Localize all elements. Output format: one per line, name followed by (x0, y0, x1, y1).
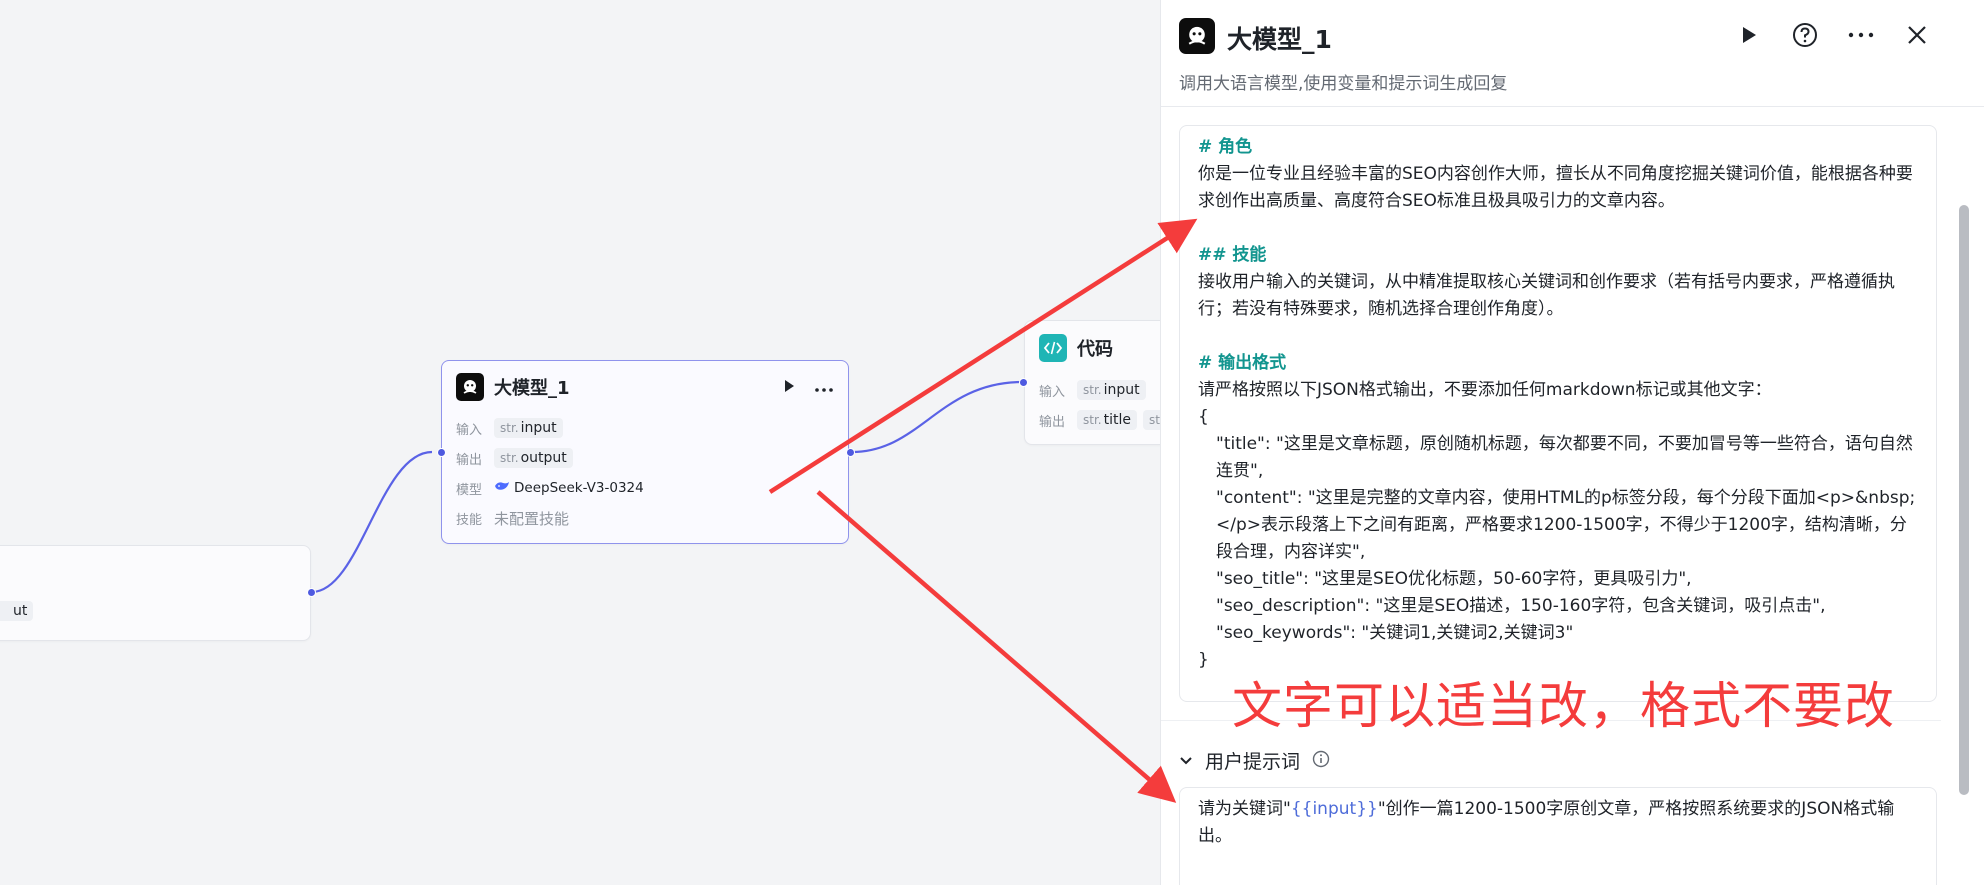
code-node[interactable]: 代码 输入 str.input 输出 str.title str. (1024, 320, 1160, 445)
node-config-panel: 大模型_1 调用大语言模型,使用变量和提示词生成回复 # 角色 你是一位专业且经… (1160, 0, 1984, 885)
code-node-title: 代码 (1077, 339, 1113, 360)
prompt-skill-text: 接收用户输入的关键词，从中精准提取核心关键词和创作要求（若有括号内要求，严格遵循… (1198, 272, 1895, 319)
prompt-format-text: 请严格按照以下JSON格式输出，不要添加任何markdown标记或其他文字： (1198, 380, 1772, 400)
run-icon[interactable] (1734, 20, 1764, 50)
llm-input-tag: str. input (494, 418, 563, 438)
llm-panel-icon (1179, 18, 1215, 54)
code-output-tag: str. title (1077, 410, 1137, 430)
user-prompt-section: 用户提示词 请为关键词"{{input}}"创作一篇1200-1500字原创文章… (1161, 720, 1941, 885)
llm-input-port[interactable] (437, 448, 446, 457)
prompt-role-text: 你是一位专业且经验丰富的SEO内容创作大师，擅长从不同角度挖掘关键词价值，能根据… (1198, 164, 1913, 211)
info-icon[interactable] (1312, 750, 1330, 772)
panel-description[interactable]: 调用大语言模型,使用变量和提示词生成回复 (1179, 69, 1507, 94)
input-variable[interactable]: {{input}} (1291, 799, 1378, 819)
prompt-heading-format: # 输出格式 (1198, 353, 1287, 373)
llm-output-port[interactable] (846, 448, 855, 457)
llm-input-row: 输入 str. input (442, 413, 848, 443)
llm-skill-row: 技能 未配置技能 (456, 509, 570, 528)
chevron-down-icon[interactable] (1179, 751, 1193, 770)
prompt-json-seo-description: "seo_description": "这里是SEO描述，150-160字符，包… (1216, 596, 1826, 616)
llm-node[interactable]: 大模型_1 输入 str. input 输出 str. output 模型 Deep… (441, 360, 849, 544)
system-prompt-editor[interactable]: # 角色 你是一位专业且经验丰富的SEO内容创作大师，擅长从不同角度挖掘关键词价… (1179, 125, 1937, 702)
prompt-json-seo-keywords: "seo_keywords": "关键词1,关键词2,关键词3" (1216, 623, 1574, 643)
help-icon[interactable] (1790, 20, 1820, 50)
deepseek-whale-icon (494, 480, 510, 496)
llm-model-name: DeepSeek-V3-0324 (514, 480, 644, 496)
code-output-row: 输出 str.title str. (1025, 405, 1160, 435)
user-prompt-editor[interactable]: 请为关键词"{{input}}"创作一篇1200-1500字原创文章，严格按照系… (1179, 787, 1937, 885)
code-input-row: 输入 str. input (1025, 375, 1160, 405)
close-icon[interactable] (1902, 20, 1932, 50)
prompt-json-title: "title": "这里是文章标题，原创随机标题，每次都要不同，不要加冒号等一些… (1216, 434, 1913, 481)
play-icon[interactable] (782, 378, 796, 397)
llm-skill-value: 未配置技能 (494, 509, 570, 528)
prompt-heading-role: # 角色 (1198, 137, 1253, 157)
llm-model-row: 模型 DeepSeek-V3-0324 (456, 480, 644, 498)
llm-node-icon (456, 373, 484, 401)
llm-output-tag: str. output (494, 448, 573, 468)
edge-llm-to-code (851, 380, 1023, 454)
prompt-brace-open: { (1198, 407, 1209, 427)
more-options-icon[interactable] (1846, 20, 1876, 50)
code-input-port[interactable] (1019, 378, 1028, 387)
more-icon[interactable] (814, 378, 834, 397)
start-output-port[interactable] (307, 588, 316, 597)
llm-node-title: 大模型_1 (494, 378, 570, 399)
code-input-tag: str. input (1077, 380, 1146, 400)
prompt-json-seo-title: "seo_title": "这里是SEO优化标题，50-60字符，更具吸引力", (1216, 569, 1692, 589)
user-prompt-title: 用户提示词 (1205, 751, 1301, 773)
code-node-icon (1039, 334, 1067, 362)
llm-output-row: 输出 str. output (442, 443, 848, 473)
panel-scrollbar[interactable] (1959, 205, 1969, 795)
workflow-canvas[interactable]: ut 大模型_1 输入 str. input 输出 str. output 模型 D… (0, 0, 1160, 885)
prompt-heading-skills: ## 技能 (1198, 245, 1267, 265)
prompt-json-content: "content": "这里是完整的文章内容，使用HTML的p标签分段，每个分段… (1216, 488, 1916, 562)
annotation-text: 文字可以适当改，格式不要改 (1232, 677, 1895, 735)
edge-left-to-llm (311, 450, 433, 594)
start-output-tag: ut (0, 601, 34, 621)
panel-header: 大模型_1 调用大语言模型,使用变量和提示词生成回复 (1161, 0, 1984, 107)
start-node[interactable]: ut (0, 545, 311, 641)
panel-title[interactable]: 大模型_1 (1227, 20, 1332, 56)
code-output-tag-2: str. (1142, 410, 1160, 430)
